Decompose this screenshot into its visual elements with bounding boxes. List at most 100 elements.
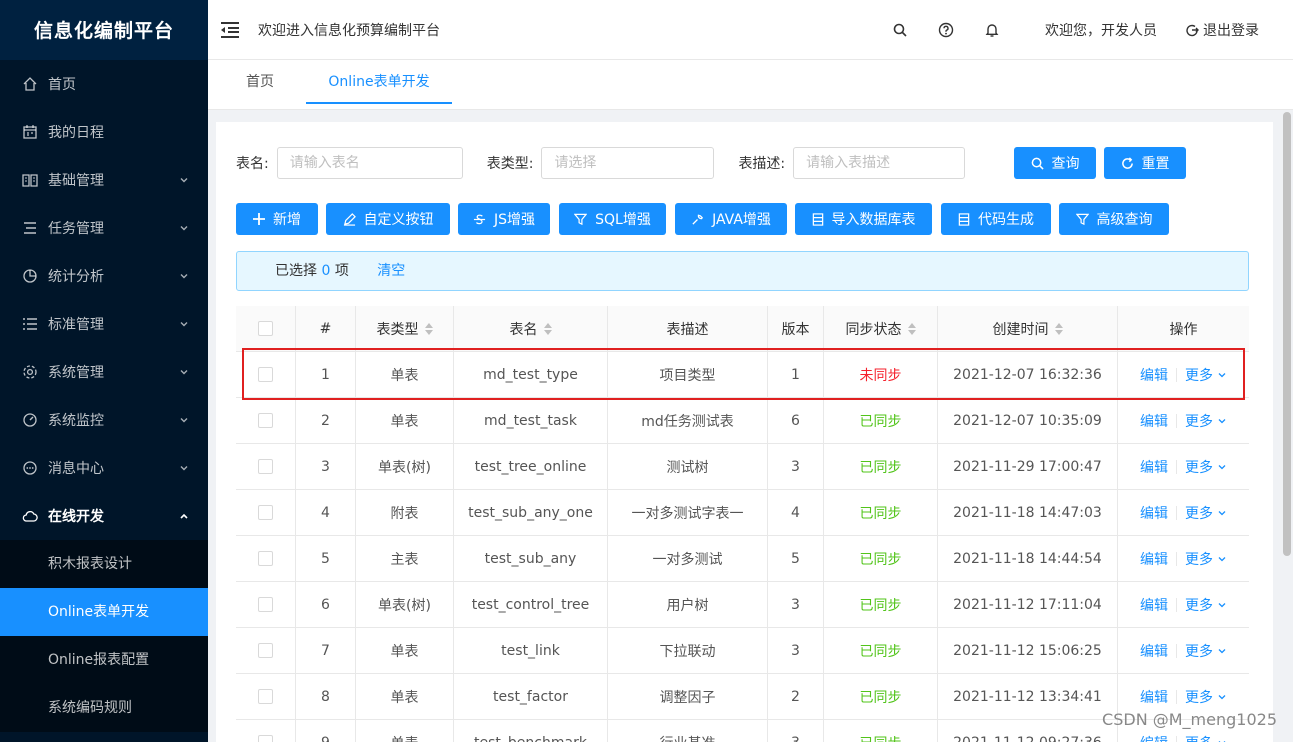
row-checkbox[interactable] <box>258 597 273 612</box>
advanced-query-button[interactable]: 高级查询 <box>1059 203 1169 235</box>
table-desc-input[interactable]: 请输入表描述 <box>793 147 966 179</box>
table-name-input[interactable]: 请输入表名 <box>276 147 463 179</box>
page-scrollbar[interactable] <box>1283 112 1291 556</box>
edit-link[interactable]: 编辑 <box>1140 595 1168 615</box>
row-checkbox[interactable] <box>258 643 273 658</box>
action-divider <box>1176 597 1177 612</box>
row-checkbox[interactable] <box>258 459 273 474</box>
chevron-down-icon <box>180 274 188 279</box>
sidebar-item-7[interactable]: 系统监控 <box>0 396 208 444</box>
chevron-up-icon <box>180 513 188 519</box>
more-dropdown[interactable]: 更多 <box>1185 733 1227 742</box>
logout-label: 退出登录 <box>1203 23 1259 39</box>
java-enhance-button[interactable]: JAVA增强 <box>675 203 787 235</box>
reset-button[interactable]: 重置 <box>1104 147 1186 179</box>
page-tabs: 首页 Online表单开发 <box>208 60 1293 110</box>
column-header[interactable]: 创建时间 <box>938 306 1118 351</box>
clear-selection-link[interactable]: 清空 <box>377 263 405 279</box>
edit-link[interactable]: 编辑 <box>1140 687 1168 707</box>
search-icon <box>1031 157 1044 170</box>
table-row[interactable]: 9单表test_benchmark行业基准3已同步2021-11-12 09:2… <box>236 720 1249 742</box>
more-dropdown[interactable]: 更多 <box>1185 411 1227 431</box>
column-header[interactable]: 同步状态 <box>824 306 938 351</box>
column-header[interactable]: 表类型 <box>356 306 454 351</box>
tab-online-form[interactable]: Online表单开发 <box>306 60 452 104</box>
more-dropdown[interactable]: 更多 <box>1185 641 1227 661</box>
import-db-button[interactable]: 导入数据库表 <box>795 203 932 235</box>
cell-version: 3 <box>768 582 824 627</box>
help-icon[interactable] <box>923 0 969 60</box>
sidebar-item-3[interactable]: 任务管理 <box>0 204 208 252</box>
table-row[interactable]: 8 单表 test_factor 调整因子 2 已同步 2021-11-12 13:34:4… <box>236 674 1249 720</box>
sidebar-item-0[interactable]: 首页 <box>0 60 208 108</box>
sidebar-item-1[interactable]: 我的日程 <box>0 108 208 156</box>
cell-actions: 编辑更多 <box>1118 536 1249 581</box>
row-checkbox[interactable] <box>258 413 273 428</box>
select-all-checkbox[interactable] <box>258 321 273 336</box>
row-checkbox[interactable] <box>258 551 273 566</box>
add-button[interactable]: 新增 <box>236 203 318 235</box>
edit-link[interactable]: 编辑 <box>1140 411 1168 431</box>
row-checkbox[interactable] <box>258 689 273 704</box>
chevron-down-icon <box>180 178 188 183</box>
chevron-down-icon <box>1218 740 1226 742</box>
cell-no: 9 <box>296 720 356 742</box>
selection-suffix: 项 <box>334 263 349 279</box>
more-dropdown[interactable]: 更多 <box>1185 503 1227 523</box>
sidebar-item-2[interactable]: 基础管理 <box>0 156 208 204</box>
submenu-item-1[interactable]: Online表单开发 <box>0 588 208 636</box>
row-checkbox[interactable] <box>258 735 273 742</box>
row-checkbox-cell <box>236 536 296 581</box>
search-icon[interactable] <box>877 0 923 60</box>
js-enhance-button[interactable]: JS增强 <box>458 203 550 235</box>
menu-fold-icon[interactable] <box>220 21 240 39</box>
submenu-item-3[interactable]: 系统编码规则 <box>0 684 208 732</box>
row-checkbox[interactable] <box>258 505 273 520</box>
table-row[interactable]: 7 单表 test_link 下拉联动 3 已同步 2021-11-12 15:06:25 编… <box>236 628 1249 674</box>
sidebar-item-8[interactable]: 消息中心 <box>0 444 208 492</box>
edit-link[interactable]: 编辑 <box>1140 503 1168 523</box>
submenu-item-0[interactable]: 积木报表设计 <box>0 540 208 588</box>
query-button[interactable]: 查询 <box>1014 147 1096 179</box>
more-dropdown[interactable]: 更多 <box>1185 687 1227 707</box>
query-button-label: 查询 <box>1051 156 1080 172</box>
column-header[interactable]: 表名 <box>454 306 608 351</box>
custom-button-button[interactable]: 自定义按钮 <box>326 203 450 235</box>
cell-created: 2021-11-12 15:06:25 <box>938 628 1118 673</box>
edit-link[interactable]: 编辑 <box>1140 457 1168 477</box>
cell-desc: 调整因子 <box>608 674 768 719</box>
sidebar-item-label: 我的日程 <box>48 125 104 141</box>
edit-link[interactable]: 编辑 <box>1140 641 1168 661</box>
edit-link[interactable]: 编辑 <box>1140 549 1168 569</box>
table-row[interactable]: 2 单表 md_test_task md任务测试表 6 已同步 2021-12-07 10:… <box>236 398 1249 444</box>
table-type-label: 表类型: <box>486 156 534 172</box>
edit-link[interactable]: 编辑 <box>1140 733 1168 742</box>
more-dropdown[interactable]: 更多 <box>1185 457 1227 477</box>
more-dropdown[interactable]: 更多 <box>1185 595 1227 615</box>
cell-actions: 编辑更多 <box>1118 490 1249 535</box>
table-type-select[interactable]: 请选择 <box>541 147 715 179</box>
action-divider <box>1176 413 1177 428</box>
row-checkbox-cell <box>236 628 296 673</box>
bell-icon[interactable] <box>969 0 1015 60</box>
java-enhance-label: JAVA增强 <box>712 212 771 228</box>
cell-actions: 编辑更多 <box>1118 582 1249 627</box>
sidebar-item-4[interactable]: 统计分析 <box>0 252 208 300</box>
more-dropdown[interactable]: 更多 <box>1185 549 1227 569</box>
home-icon <box>23 77 37 91</box>
table-row[interactable]: 6 单表(树) test_control_tree 用户树 3 已同步 2021-11-12… <box>236 582 1249 628</box>
user-greeting[interactable]: 欢迎您，开发人员 <box>1045 20 1157 40</box>
submenu-item-2[interactable]: Online报表配置 <box>0 636 208 684</box>
logout-button[interactable]: 退出登录 <box>1185 20 1259 40</box>
table-row[interactable]: 5 主表 test_sub_any 一对多测试 5 已同步 2021-11-18 14:44… <box>236 536 1249 582</box>
table-row[interactable]: 4 附表 test_sub_any_one 一对多测试字表一 4 已同步 2021-11-1… <box>236 490 1249 536</box>
table-row[interactable]: 3 单表(树) test_tree_online 测试树 3 已同步 2021-11-29 … <box>236 444 1249 490</box>
tab-home[interactable]: 首页 <box>246 60 274 104</box>
code-gen-button[interactable]: 代码生成 <box>941 203 1051 235</box>
sidebar-item-9[interactable]: 在线开发 <box>0 492 208 540</box>
sidebar-item-5[interactable]: 标准管理 <box>0 300 208 348</box>
sidebar-item-6[interactable]: 系统管理 <box>0 348 208 396</box>
action-divider <box>1176 643 1177 658</box>
cell-type: 附表 <box>356 490 454 535</box>
sql-enhance-button[interactable]: SQL增强 <box>559 203 666 235</box>
